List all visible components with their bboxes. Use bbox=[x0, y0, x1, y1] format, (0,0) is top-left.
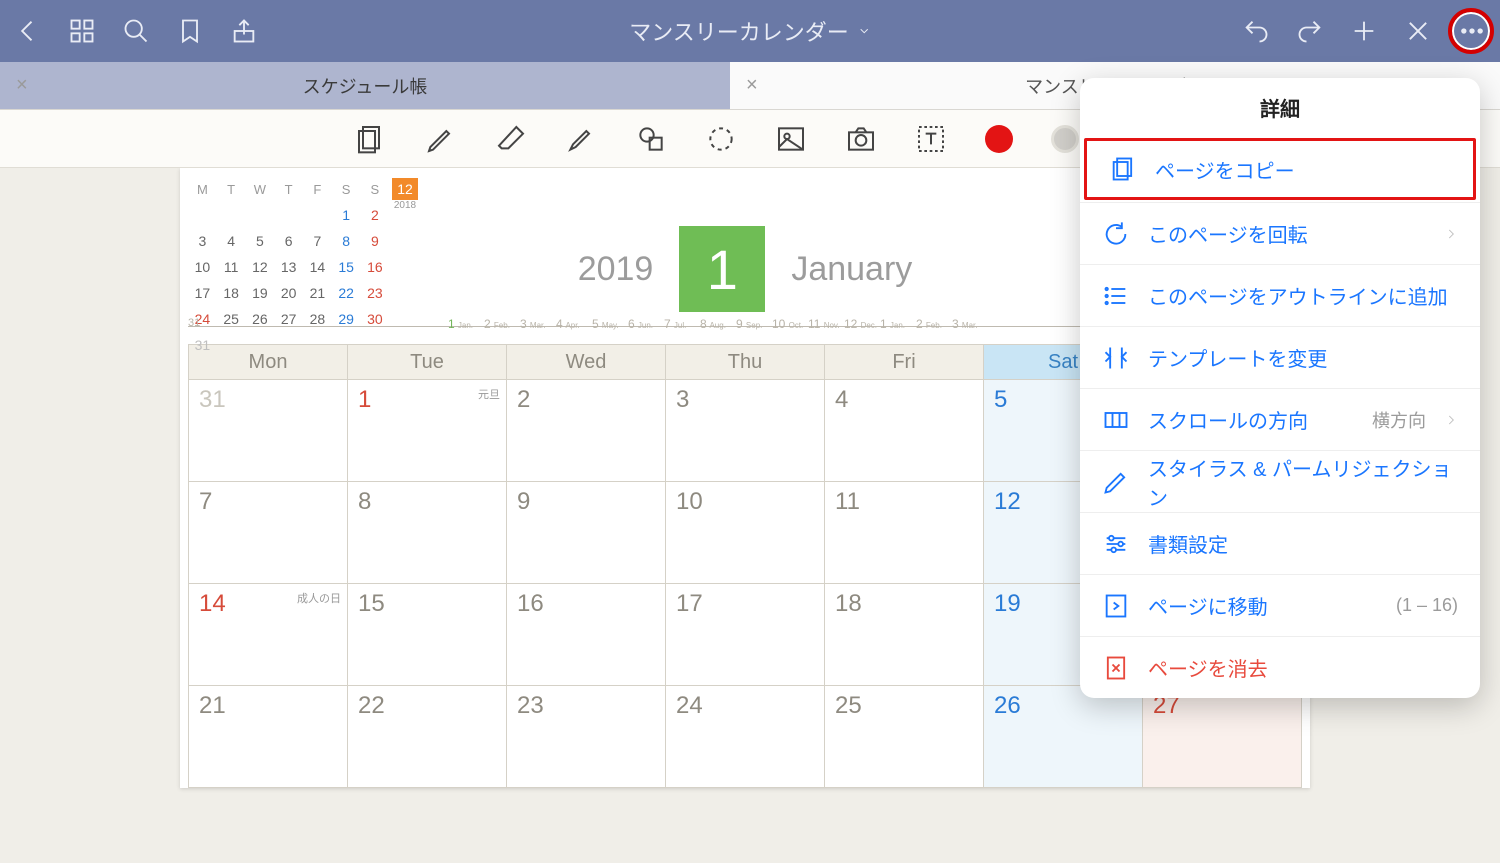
bookmark-icon[interactable] bbox=[176, 17, 204, 45]
template-icon bbox=[1102, 344, 1130, 372]
copy-icon bbox=[1109, 155, 1137, 183]
rotate-icon bbox=[1102, 220, 1130, 248]
close-icon[interactable]: × bbox=[16, 74, 28, 97]
calendar-cell[interactable]: 8 bbox=[348, 482, 507, 583]
color-grey[interactable] bbox=[1051, 125, 1079, 153]
calendar-cell[interactable]: 17 bbox=[666, 584, 825, 685]
calendar-cell[interactable]: 10 bbox=[666, 482, 825, 583]
tab-schedule[interactable]: × スケジュール帳 bbox=[0, 62, 730, 109]
calendar-cell[interactable]: 22 bbox=[348, 686, 507, 787]
calendar-cell[interactable]: 26 bbox=[984, 686, 1143, 787]
search-icon[interactable] bbox=[122, 17, 150, 45]
chevron-right-icon bbox=[1444, 413, 1458, 427]
tab-label: スケジュール帳 bbox=[303, 73, 428, 99]
menu-goto-page[interactable]: ページに移動 (1 – 16) bbox=[1080, 574, 1480, 636]
grid-icon[interactable] bbox=[68, 17, 96, 45]
calendar-cell[interactable]: 14成人の日 bbox=[189, 584, 348, 685]
calendar-cell[interactable]: 27 bbox=[1143, 686, 1301, 787]
menu-add-outline[interactable]: このページをアウトラインに追加 bbox=[1080, 264, 1480, 326]
color-red[interactable] bbox=[985, 125, 1013, 153]
details-popup: 詳細 ページをコピー このページを回転 このページをアウトラインに追加 テンプレ… bbox=[1080, 78, 1480, 698]
menu-clear-page[interactable]: ページを消去 bbox=[1080, 636, 1480, 698]
menu-doc-settings[interactable]: 書類設定 bbox=[1080, 512, 1480, 574]
calendar-cell[interactable]: 16 bbox=[507, 584, 666, 685]
calendar-cell[interactable]: 31 bbox=[189, 380, 348, 481]
calendar-cell[interactable]: 7 bbox=[189, 482, 348, 583]
image-icon[interactable] bbox=[775, 123, 807, 155]
scroll-icon bbox=[1102, 406, 1130, 434]
calendar-cell[interactable]: 3 bbox=[666, 380, 825, 481]
nav-title-text: マンスリーカレンダー bbox=[629, 15, 849, 47]
share-icon[interactable] bbox=[230, 17, 258, 45]
calendar-cell[interactable]: 1元旦 bbox=[348, 380, 507, 481]
month-name: January bbox=[791, 250, 912, 289]
calendar-cell[interactable]: 24 bbox=[666, 686, 825, 787]
undo-icon[interactable] bbox=[1242, 17, 1270, 45]
clear-icon bbox=[1102, 654, 1130, 682]
text-icon[interactable] bbox=[915, 123, 947, 155]
highlight-more-button bbox=[1448, 8, 1494, 54]
calendar-cell[interactable]: 11 bbox=[825, 482, 984, 583]
top-nav: マンスリーカレンダー bbox=[0, 0, 1500, 62]
month-number: 1 bbox=[679, 226, 765, 312]
close-icon[interactable]: × bbox=[746, 74, 758, 97]
pen-icon[interactable] bbox=[425, 123, 457, 155]
shapes-icon[interactable] bbox=[635, 123, 667, 155]
menu-scroll-direction[interactable]: スクロールの方向 横方向 bbox=[1080, 388, 1480, 450]
calendar-cell[interactable]: 23 bbox=[507, 686, 666, 787]
close-x-icon[interactable] bbox=[1404, 17, 1432, 45]
menu-rotate-page[interactable]: このページを回転 bbox=[1080, 202, 1480, 264]
redo-icon[interactable] bbox=[1296, 17, 1324, 45]
pages-icon[interactable] bbox=[355, 123, 387, 155]
eraser-icon[interactable] bbox=[495, 123, 527, 155]
calendar-cell[interactable]: 21 bbox=[189, 686, 348, 787]
goto-icon bbox=[1102, 592, 1130, 620]
menu-copy-page[interactable]: ページをコピー bbox=[1084, 138, 1476, 200]
menu-stylus[interactable]: スタイラス & パームリジェクション bbox=[1080, 450, 1480, 512]
mini-month-badge: 12 2018 bbox=[392, 178, 418, 211]
stylus-icon bbox=[1102, 468, 1130, 496]
calendar-cell[interactable]: 15 bbox=[348, 584, 507, 685]
calendar-cell[interactable]: 2 bbox=[507, 380, 666, 481]
lasso-icon[interactable] bbox=[705, 123, 737, 155]
calendar-cell[interactable]: 4 bbox=[825, 380, 984, 481]
calendar-cell[interactable]: 25 bbox=[825, 686, 984, 787]
back-icon[interactable] bbox=[14, 17, 42, 45]
menu-change-template[interactable]: テンプレートを変更 bbox=[1080, 326, 1480, 388]
camera-icon[interactable] bbox=[845, 123, 877, 155]
highlighter-icon[interactable] bbox=[565, 123, 597, 155]
chevron-right-icon bbox=[1444, 227, 1458, 241]
nav-title[interactable]: マンスリーカレンダー bbox=[629, 15, 871, 47]
add-icon[interactable] bbox=[1350, 17, 1378, 45]
settings-icon bbox=[1102, 530, 1130, 558]
calendar-cell[interactable]: 18 bbox=[825, 584, 984, 685]
list-icon bbox=[1102, 282, 1130, 310]
popup-title: 詳細 bbox=[1080, 78, 1480, 136]
year-label: 2019 bbox=[578, 250, 654, 289]
calendar-cell[interactable]: 9 bbox=[507, 482, 666, 583]
